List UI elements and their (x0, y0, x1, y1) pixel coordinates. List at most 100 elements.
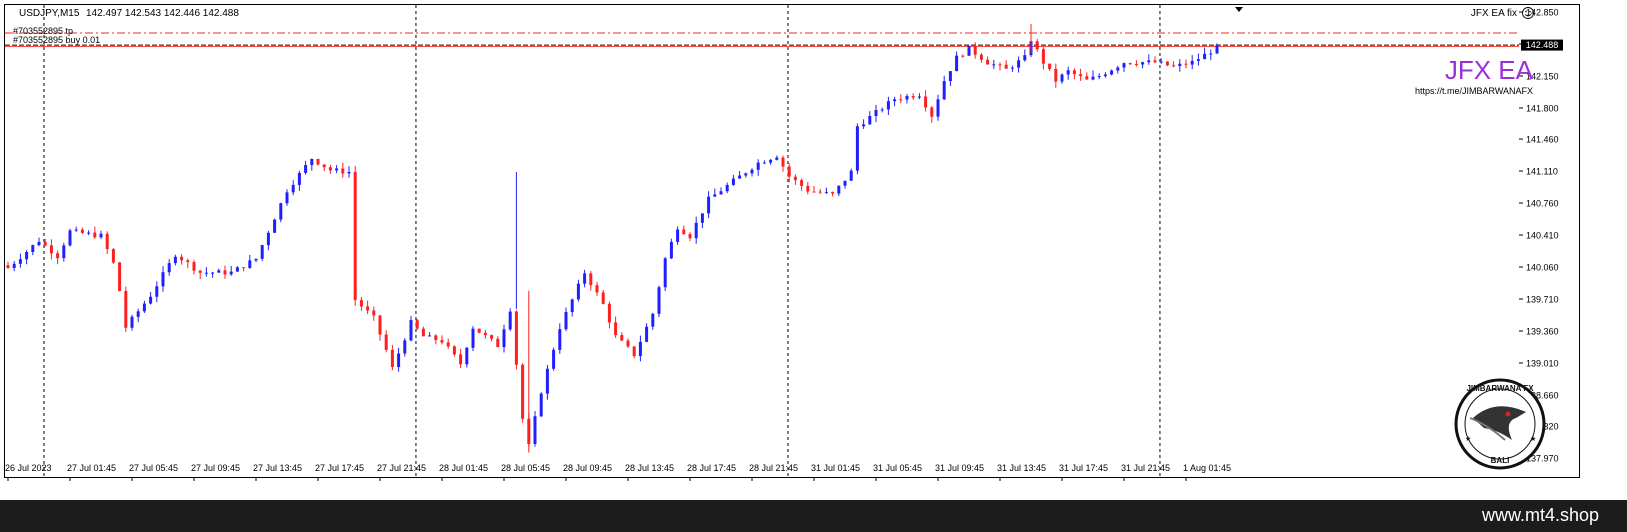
candle-body (1116, 67, 1120, 71)
x-tick-label: 28 Jul 01:45 (439, 463, 488, 473)
candle-body (136, 311, 140, 317)
candle-body (589, 273, 593, 286)
x-tick-label: 1 Aug 01:45 (1183, 463, 1231, 473)
candle-body (149, 296, 153, 304)
chart-area[interactable]: 142.850142.500142.150141.800141.460141.1… (0, 0, 1627, 500)
buy-order-label: #703552895 buy 0.01 (13, 35, 100, 45)
candle-body (347, 171, 351, 174)
candle-body (235, 267, 239, 272)
candle-body (632, 346, 636, 357)
candle-body (1172, 65, 1176, 67)
candle-body (273, 219, 277, 233)
candle-body (1178, 63, 1182, 67)
candle-body (204, 272, 208, 274)
y-tick-label: 141.800 (1526, 103, 1559, 113)
candle-body (49, 245, 53, 254)
candle-body (645, 326, 649, 342)
candle-body (93, 232, 97, 238)
candle-body (62, 245, 66, 259)
candle-body (1190, 60, 1194, 65)
candle-body (452, 346, 456, 355)
candle-body (601, 292, 605, 304)
candle-body (99, 233, 103, 238)
candle-body (248, 260, 252, 268)
candle-body (824, 192, 828, 194)
candle-body (217, 270, 221, 273)
candle-body (781, 157, 785, 167)
x-tick-label: 26 Jul 2023 (5, 463, 52, 473)
candle-body (793, 176, 797, 181)
candle-body (124, 291, 128, 328)
candle-body (762, 162, 766, 164)
brand-url[interactable]: https://t.me/JIMBARWANAFX (1415, 86, 1533, 96)
candle-body (118, 262, 122, 292)
x-tick-label: 28 Jul 05:45 (501, 463, 550, 473)
x-tick-label: 27 Jul 21:45 (377, 463, 426, 473)
candle-body (25, 251, 29, 260)
x-tick-label: 31 Jul 13:45 (997, 463, 1046, 473)
candle-body (161, 272, 165, 287)
candle-body (130, 316, 134, 328)
candle-body (607, 303, 611, 323)
order-lines (5, 32, 1519, 47)
brand-title: JFX EA (1445, 55, 1534, 85)
candle-body (1184, 63, 1188, 65)
candle-body (6, 265, 10, 268)
candle-body (322, 164, 326, 168)
logo-subtext: BALI (1491, 456, 1510, 465)
candle-body (68, 230, 72, 246)
candle-body (688, 234, 692, 239)
y-tick-label: 139.360 (1526, 326, 1559, 336)
candle-body (539, 393, 543, 417)
candle-body (223, 270, 227, 275)
x-tick-label: 27 Jul 01:45 (67, 463, 116, 473)
time-axis: 26 Jul 2023 27 Jul 01:45 27 Jul 05:45 27 Ju… (5, 463, 1231, 481)
candle-body (756, 162, 760, 170)
candle-body (992, 64, 996, 66)
candle-body (105, 233, 109, 250)
candle-body (186, 260, 190, 263)
candle-body (167, 263, 171, 273)
candle-body (335, 168, 339, 171)
y-tick-label: 140.060 (1526, 262, 1559, 272)
logo-text: JIMBARWANA FX (1466, 384, 1534, 393)
candle-body (1141, 62, 1145, 65)
candle-body (911, 96, 915, 98)
candle-body (366, 306, 370, 311)
price-chart[interactable]: 142.850142.500142.150141.800141.460141.1… (0, 0, 1627, 500)
candle-body (738, 175, 742, 179)
candle-body (812, 191, 816, 193)
x-tick-label: 31 Jul 17:45 (1059, 463, 1108, 473)
chart-shift-marker[interactable] (1235, 7, 1243, 12)
candles (6, 23, 1219, 453)
candle-body (285, 192, 289, 204)
candle-body (942, 81, 946, 100)
candle-body (707, 196, 711, 214)
candle-body (657, 287, 661, 314)
candle-body (341, 168, 345, 174)
candle-body (496, 338, 500, 348)
candle-body (638, 341, 642, 357)
candle-body (180, 256, 184, 261)
candle-body (713, 194, 717, 197)
candle-body (1128, 63, 1132, 65)
candle-body (651, 313, 655, 327)
candle-body (750, 169, 754, 174)
candle-body (477, 328, 481, 333)
x-tick-label: 28 Jul 21:45 (749, 463, 798, 473)
candle-body (304, 165, 308, 173)
candle-body (74, 229, 78, 231)
ohlc-values: 142.497 142.543 142.446 142.488 (86, 8, 239, 19)
candle-body (595, 285, 599, 293)
candle-body (409, 320, 413, 341)
footer-site-url[interactable]: www.mt4.shop (1482, 505, 1599, 526)
svg-text:★: ★ (1530, 435, 1536, 443)
y-tick-label: 139.010 (1526, 358, 1559, 368)
candle-body (558, 329, 562, 350)
y-tick-label: 140.760 (1526, 199, 1559, 209)
candle-body (1048, 63, 1052, 69)
candle-body (1147, 60, 1151, 63)
candle-body (626, 340, 630, 347)
candle-body (1110, 70, 1114, 75)
candle-body (384, 334, 388, 350)
